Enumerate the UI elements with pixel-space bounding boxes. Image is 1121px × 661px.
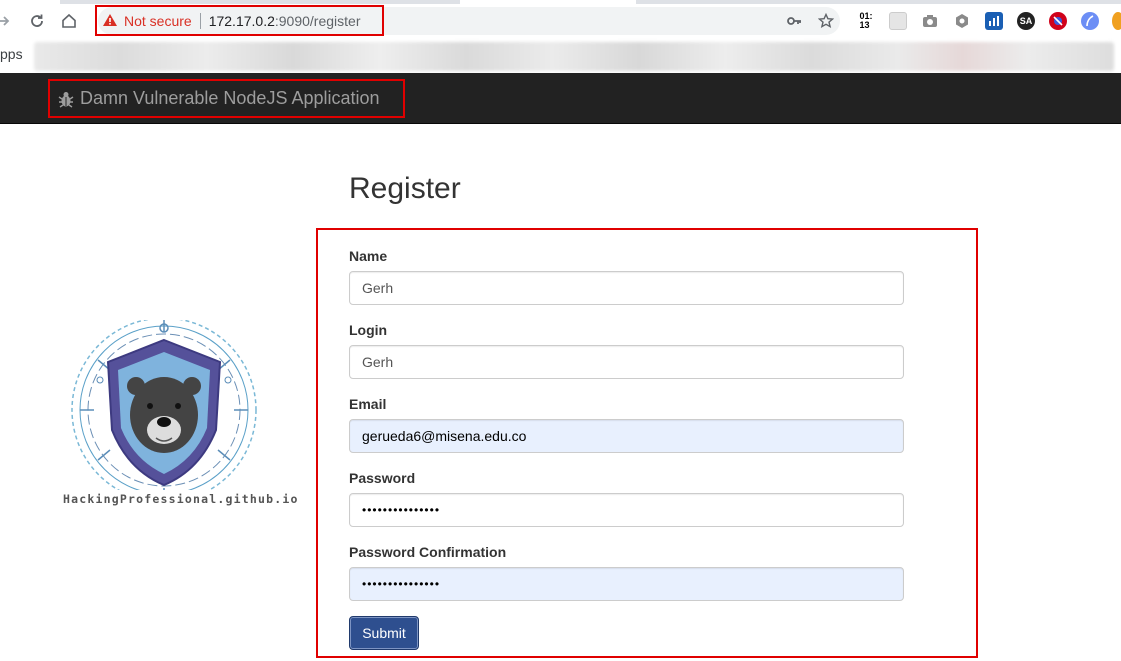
- brand-text: Damn Vulnerable NodeJS Application: [80, 88, 380, 108]
- login-label: Login: [349, 322, 388, 338]
- name-label: Name: [349, 248, 388, 264]
- clock-extension-icon[interactable]: 01: 13: [857, 12, 875, 30]
- reload-icon: [31, 14, 43, 27]
- apps-shortcut[interactable]: pps: [0, 46, 23, 62]
- page-title: Register: [349, 172, 461, 205]
- hexagon-extension-icon[interactable]: [953, 12, 971, 30]
- warning-triangle-icon: [102, 13, 118, 30]
- email-input[interactable]: [349, 419, 904, 453]
- security-status[interactable]: Not secure: [124, 13, 192, 29]
- url-row[interactable]: Not secure 172.17.0.2 :9090/register: [100, 8, 360, 34]
- submit-button[interactable]: Submit: [349, 616, 419, 650]
- star-icon[interactable]: [817, 12, 835, 30]
- chart-extension-icon[interactable]: [985, 12, 1003, 30]
- email-label: Email: [349, 396, 387, 412]
- browser-toolbar: Not secure 172.17.0.2 :9090/register 01:…: [0, 0, 1121, 42]
- password-confirmation-label: Password Confirmation: [349, 544, 507, 560]
- camera-icon[interactable]: [921, 12, 939, 30]
- sa-extension-icon[interactable]: SA: [1017, 12, 1035, 30]
- tab-edge: [60, 0, 460, 4]
- bookmarks-bar: pps: [0, 42, 1121, 73]
- login-input[interactable]: [349, 345, 904, 379]
- navbar-brand[interactable]: Damn Vulnerable NodeJS Application: [48, 79, 405, 118]
- logo-caption: HackingProfessional.github.io: [63, 492, 299, 506]
- key-icon[interactable]: [785, 12, 803, 30]
- password-input[interactable]: [349, 493, 904, 527]
- password-confirmation-input[interactable]: [349, 567, 904, 601]
- url-separator: [199, 13, 201, 29]
- hacking-professional-logo: [60, 317, 270, 520]
- tab-edge: [636, 0, 1121, 4]
- grid-extension-icon[interactable]: [889, 12, 907, 30]
- forward-button[interactable]: [0, 10, 14, 32]
- blocker-extension-icon[interactable]: [1049, 12, 1067, 30]
- password-label: Password: [349, 470, 416, 486]
- bug-icon: [58, 90, 74, 108]
- url-host: 172.17.0.2: [208, 13, 275, 29]
- home-icon: [62, 13, 76, 28]
- reload-button[interactable]: [27, 10, 47, 32]
- url-path: :9090/register: [274, 13, 361, 29]
- blurred-bookmarks: [34, 42, 1114, 71]
- arrow-right-icon: [0, 16, 10, 26]
- home-button[interactable]: [59, 10, 79, 32]
- bear-shield-icon: [71, 317, 257, 503]
- puzzle-extension-icon[interactable]: [1112, 12, 1121, 30]
- app-navbar: Damn Vulnerable NodeJS Application: [0, 73, 1121, 124]
- feather-extension-icon[interactable]: [1081, 12, 1099, 30]
- name-input[interactable]: [349, 271, 904, 305]
